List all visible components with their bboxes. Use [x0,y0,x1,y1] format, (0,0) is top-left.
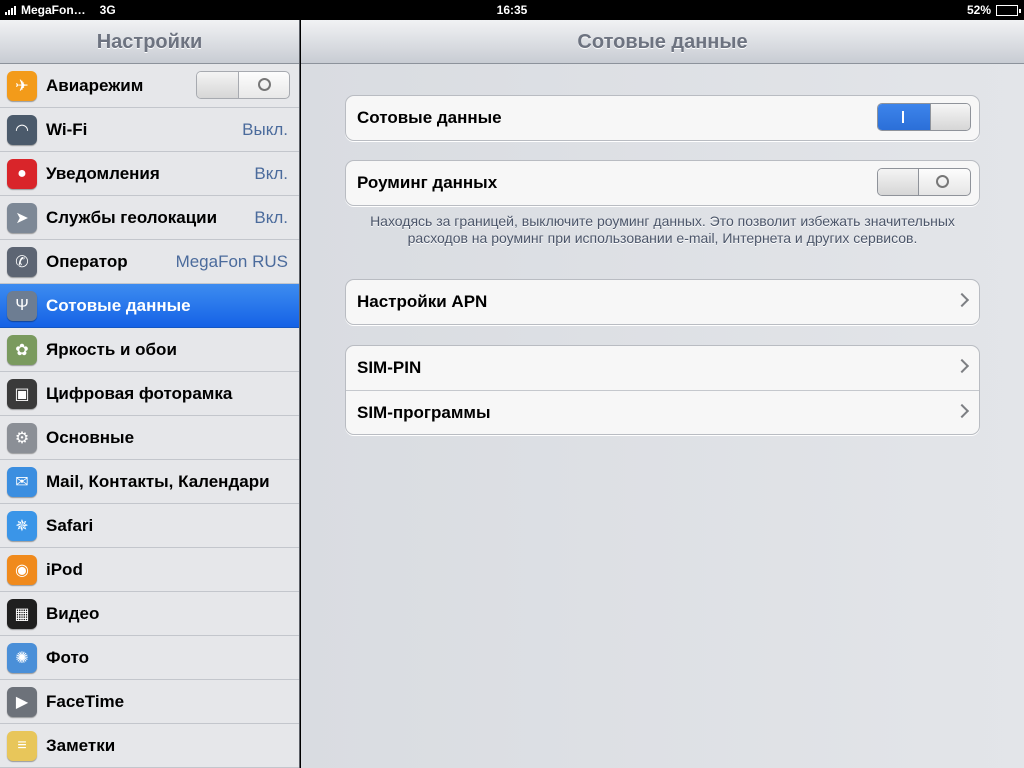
sidebar-item-notes[interactable]: ≡ Заметки [0,724,299,768]
battery-icon [996,4,1021,16]
sidebar-item-label: Safari [46,515,94,535]
sidebar-item-value: MegaFon RUS [175,251,288,271]
sidebar-item-label: Авиарежим [46,75,144,95]
sidebar-item-label: Фото [46,647,89,667]
sidebar-item-notifications[interactable]: ● Уведомления Вкл. [0,152,299,196]
status-right: 52% [966,3,1021,17]
cellular-data-toggle[interactable] [877,103,971,131]
sidebar-item-label: iPod [46,559,83,579]
cellular-data-label: Сотовые данные [357,108,502,127]
photo-frame-icon: ▣ [7,378,37,409]
sidebar-item-label: Mail, Контакты, Календари [46,471,270,491]
toggle-on-track [878,104,930,130]
sidebar-item-label: FaceTime [46,691,125,711]
sidebar-item-value: Вкл. [254,207,288,227]
toggle-knob [878,169,919,195]
sidebar-item-label: Оператор [46,251,128,271]
sim-pin-label: SIM-PIN [357,358,422,377]
sim-apps-row[interactable]: SIM-программы [346,390,979,434]
sidebar-item-phone[interactable]: ✆ Оператор MegaFon RUS [0,240,299,284]
toggle-on-glyph [902,111,904,123]
sidebar-item-sunflower[interactable]: ✺ Фото [0,636,299,680]
chevron-right-icon [954,403,970,419]
sidebar-item-photo-frame[interactable]: ▣ Цифровая фоторамка [0,372,299,416]
roaming-note: Находясь за границей, выключите роуминг … [370,213,955,246]
sidebar-item-label: Основные [46,427,135,447]
cellular-data-group: Сотовые данные [345,95,980,141]
settings-sidebar: Настройки ✈ Авиарежим ◠ Wi-Fi Выкл. ● Уведомле… [0,20,300,768]
sim-pin-row[interactable]: SIM-PIN [346,346,979,390]
sidebar-item-compass[interactable]: ✵ Safari [0,504,299,548]
status-bar: MegaFon… 3G 16:35 52% [0,0,1024,20]
toggle-off-glyph [258,78,271,91]
sidebar-item-airplane[interactable]: ✈ Авиарежим [0,64,299,108]
sidebar-item-camera[interactable]: ▶ FaceTime [0,680,299,724]
gear-icon: ⚙ [7,422,37,453]
compass-icon: ✵ [7,510,37,541]
apn-settings-row[interactable]: Настройки APN [346,280,979,324]
sim-group: SIM-PIN SIM-программы [345,345,980,435]
sunflower-icon: ✺ [7,642,37,673]
wifi-icon: ◠ [7,114,37,145]
apn-settings-label: Настройки APN [357,292,488,311]
mail-icon: ✉ [7,466,37,497]
airplane-mode-toggle[interactable] [196,71,290,99]
sidebar-item-cellular[interactable]: Ψ Сотовые данные [0,284,299,328]
cellular-icon: Ψ [7,290,37,321]
sidebar-item-value: Вкл. [254,163,288,183]
roaming-group: Роуминг данных [345,160,980,206]
airplane-icon: ✈ [7,70,37,101]
sidebar-item-label: Заметки [46,735,116,755]
sidebar-item-label: Видео [46,603,100,623]
sidebar-item-value: Выкл. [242,119,288,139]
sidebar-item-mail[interactable]: ✉ Mail, Контакты, Календари [0,460,299,504]
location-icon: ➤ [7,202,37,233]
sidebar-item-ipod[interactable]: ◉ iPod [0,548,299,592]
battery-percent: 52% [966,3,991,17]
clapper-icon: ▦ [7,598,37,629]
roaming-row: Роуминг данных [346,161,979,205]
toggle-off-glyph [936,175,949,188]
sidebar-item-gear[interactable]: ⚙ Основные [0,416,299,460]
ipod-icon: ◉ [7,554,37,585]
status-time: 16:35 [496,3,528,17]
phone-icon: ✆ [7,246,37,277]
sidebar-item-label: Wi-Fi [46,119,88,139]
roaming-toggle[interactable] [877,168,971,196]
sim-apps-label: SIM-программы [357,402,491,422]
apn-group: Настройки APN [345,279,980,325]
page-title: Сотовые данные [301,20,1024,64]
chevron-right-icon [954,292,970,308]
toggle-knob [197,72,239,98]
sidebar-title: Настройки [0,20,299,64]
sidebar-list: ✈ Авиарежим ◠ Wi-Fi Выкл. ● Уведомления Вкл. ➤ Сл… [0,64,299,768]
detail-panel: Сотовые данные Сотовые данные Роуминг да… [301,20,1024,768]
camera-icon: ▶ [7,686,37,717]
flower-icon: ✿ [7,334,37,365]
sidebar-item-wifi[interactable]: ◠ Wi-Fi Выкл. [0,108,299,152]
sidebar-item-label: Цифровая фоторамка [46,383,233,403]
sidebar-item-clapper[interactable]: ▦ Видео [0,592,299,636]
chevron-right-icon [954,358,970,374]
roaming-label: Роуминг данных [357,173,498,192]
sidebar-item-flower[interactable]: ✿ Яркость и обои [0,328,299,372]
cellular-data-row: Сотовые данные [346,96,979,140]
notes-icon: ≡ [7,730,37,761]
toggle-knob [930,104,970,130]
sidebar-item-label: Службы геолокации [46,207,218,227]
sidebar-item-location[interactable]: ➤ Службы геолокации Вкл. [0,196,299,240]
notifications-icon: ● [7,158,37,189]
sidebar-item-label: Сотовые данные [46,295,191,315]
sidebar-item-label: Яркость и обои [46,339,177,359]
sidebar-item-label: Уведомления [46,163,160,183]
